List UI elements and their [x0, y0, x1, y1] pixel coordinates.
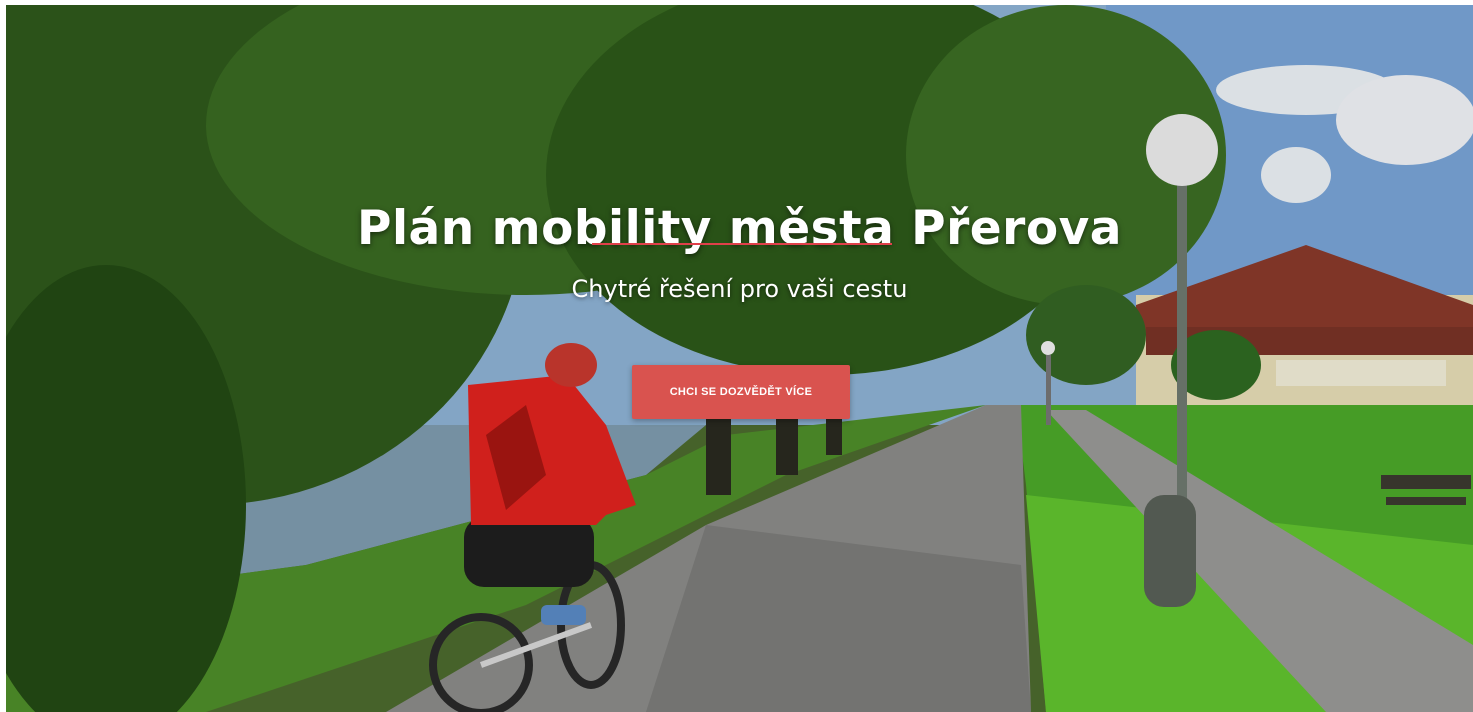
title-divider [592, 243, 892, 245]
hero-section: Plán mobility města Přerova Chytré řešen… [6, 5, 1473, 712]
hero-overlay [6, 5, 1473, 712]
learn-more-button[interactable]: CHCI SE DOZVĚDĚT VÍCE [632, 365, 850, 419]
hero-subtitle: Chytré řešení pro vaši cestu [571, 275, 908, 303]
hero-title: Plán mobility města Přerova [357, 201, 1122, 257]
